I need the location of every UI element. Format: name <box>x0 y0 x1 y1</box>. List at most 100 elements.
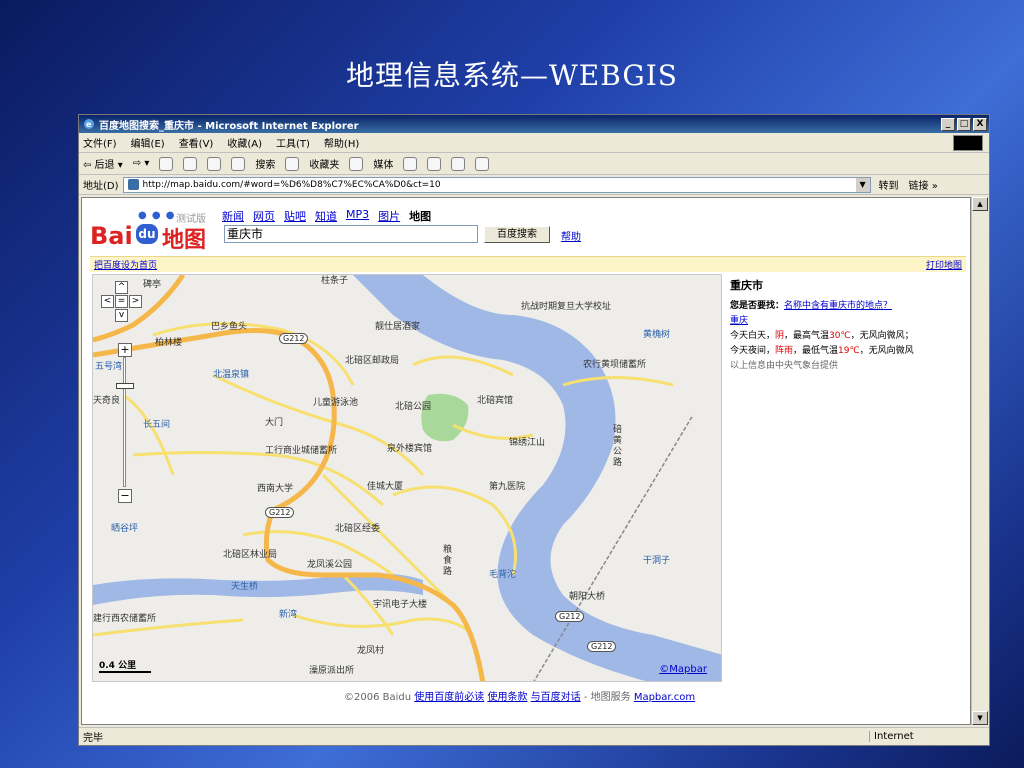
map-label: 柏林楼 <box>155 338 183 348</box>
logo-du: du <box>136 224 158 244</box>
nav-tieba[interactable]: 贴吧 <box>284 208 306 224</box>
map-label: 毛背沱 <box>489 570 517 580</box>
menu-edit[interactable]: 编辑(E) <box>131 135 165 150</box>
weather-temp: 19℃ <box>838 346 860 356</box>
zoom-in-icon[interactable]: + <box>118 343 132 357</box>
pan-down-icon[interactable]: v <box>115 309 128 322</box>
close-button[interactable]: X <box>973 117 987 131</box>
set-home-link[interactable]: 把百度设为首页 <box>94 258 157 271</box>
menu-tools[interactable]: 工具(T) <box>276 135 310 150</box>
scroll-down-icon[interactable]: ▼ <box>972 711 988 725</box>
road-shield: G212 <box>265 507 295 518</box>
map-scale: 0.4 公里 <box>99 658 151 673</box>
chevron-down-icon[interactable]: ▼ <box>855 177 870 192</box>
road-shield: G212 <box>555 611 585 622</box>
map-label: 泉外楼宾馆 <box>387 444 433 454</box>
media-icon[interactable] <box>349 156 364 171</box>
map-label: 巴乡鱼头 <box>211 322 248 332</box>
history-icon[interactable] <box>403 156 418 171</box>
print-map-link[interactable]: 打印地图 <box>926 258 962 271</box>
map-label: 朝阳大桥 <box>569 592 606 602</box>
menu-file[interactable]: 文件(F) <box>83 135 117 150</box>
links-button[interactable]: 链接 » <box>909 177 938 192</box>
print-icon[interactable] <box>451 156 466 171</box>
windows-logo <box>953 135 983 151</box>
go-button[interactable]: 转到 <box>879 177 899 192</box>
refresh-icon[interactable] <box>183 156 198 171</box>
pan-left-icon[interactable]: < <box>101 295 114 308</box>
map-label: 碚黄公路 <box>613 425 623 468</box>
svg-text:e: e <box>86 120 92 129</box>
map-label: 靓仕居酒家 <box>375 322 421 332</box>
media-button[interactable]: 媒体 <box>373 156 393 171</box>
pan-up-icon[interactable]: ^ <box>115 281 128 294</box>
weather-condition: 阴 <box>775 331 785 341</box>
zoom-slider[interactable] <box>116 383 134 389</box>
home-icon[interactable] <box>207 156 222 171</box>
favorites-button[interactable]: 收藏夹 <box>309 156 339 171</box>
mapbar-credit[interactable]: ©Mapbar <box>659 664 707 675</box>
map-label: 粮食路 <box>443 545 453 577</box>
info-panel: 重庆市 您是否要找：名称中含有重庆市的地点？ 重庆 今天白天，阴，最高气温30℃… <box>730 278 960 374</box>
address-bar: 地址(D) http://map.baidu.com/#word=%D6%D8%… <box>79 175 989 195</box>
map-label: 西南大学 <box>257 484 294 494</box>
help-link[interactable]: 帮助 <box>561 228 581 243</box>
footer-link[interactable]: Mapbar.com <box>634 692 695 703</box>
edit-icon[interactable] <box>475 156 490 171</box>
ie-icon: e <box>84 119 94 129</box>
map-label: 龙凤溪公园 <box>307 560 353 570</box>
road-shield: G212 <box>587 641 617 652</box>
zoom-track[interactable] <box>123 357 126 487</box>
scroll-up-icon[interactable]: ▲ <box>972 197 988 211</box>
nav-images[interactable]: 图片 <box>378 208 400 224</box>
baidu-search-button[interactable]: 百度搜索 <box>484 226 550 243</box>
map-label: 北碚区林业局 <box>223 550 278 560</box>
vertical-scrollbar[interactable]: ▲ ▼ <box>971 197 988 725</box>
map-label: 北碚公园 <box>395 402 432 412</box>
nav-news[interactable]: 新闻 <box>222 208 244 224</box>
address-input[interactable]: http://map.baidu.com/#word=%D6%D8%C7%EC%… <box>122 176 871 193</box>
map-label: 北碚宾馆 <box>477 396 514 406</box>
map-label: 新湾 <box>279 610 298 620</box>
footer-link[interactable]: 与百度对话 <box>531 692 581 703</box>
favorites-icon[interactable] <box>285 156 300 171</box>
map-label: 碑亭 <box>143 280 162 290</box>
zoom-control: + − <box>116 343 134 503</box>
search-icon[interactable] <box>231 156 246 171</box>
minimize-button[interactable]: _ <box>941 117 955 131</box>
suggestion-link[interactable]: 名称中含有重庆市的地点？ <box>784 301 892 311</box>
zone-indicator: Internet <box>869 731 989 742</box>
window-title: 百度地图搜索_重庆市 - Microsoft Internet Explorer <box>99 120 359 132</box>
nav-web[interactable]: 网页 <box>253 208 275 224</box>
weather-text: ，最低气温 <box>793 346 839 356</box>
footer-link[interactable]: 使用条款 <box>487 692 527 703</box>
menu-view[interactable]: 查看(V) <box>179 135 214 150</box>
mail-icon[interactable] <box>427 156 442 171</box>
nav-zhidao[interactable]: 知道 <box>315 208 337 224</box>
menu-help[interactable]: 帮助(H) <box>324 135 359 150</box>
search-button[interactable]: 搜索 <box>255 156 275 171</box>
menu-bar: 文件(F) 编辑(E) 查看(V) 收藏(A) 工具(T) 帮助(H) <box>79 133 989 153</box>
pan-right-icon[interactable]: > <box>129 295 142 308</box>
pan-center-icon[interactable]: = <box>115 295 128 308</box>
back-button[interactable]: ⇦ 后退 ▾ <box>83 156 123 171</box>
menu-favorites[interactable]: 收藏(A) <box>227 135 262 150</box>
map-view[interactable]: 碑亭 柱条子 巴乡鱼头 柏林楼 北温泉镇 北碚区邮政局 靓仕居酒家 抗战时期复旦… <box>92 274 722 682</box>
map-label: 抗战时期复旦大学校址 <box>521 302 612 312</box>
maximize-button[interactable]: □ <box>957 117 971 131</box>
map-label: 佳城大厦 <box>367 482 404 492</box>
logo-bai: Bai <box>90 222 133 250</box>
beta-label: 测试版 <box>176 214 206 225</box>
stop-icon[interactable] <box>159 156 174 171</box>
map-canvas[interactable] <box>93 275 722 682</box>
search-input[interactable]: 重庆市 <box>224 225 478 243</box>
suggestion-prompt: 您是否要找： <box>730 301 785 311</box>
page-footer: ©2006 Baidu 使用百度前必读 使用条款 与百度对话 - 地图服务 Ma… <box>344 688 695 703</box>
map-label: 建行西农储蓄所 <box>93 614 157 624</box>
chongqing-link[interactable]: 重庆 <box>730 316 748 326</box>
zoom-out-icon[interactable]: − <box>118 489 132 503</box>
footer-link[interactable]: 使用百度前必读 <box>414 692 484 703</box>
forward-button[interactable]: ⇨ ▾ <box>133 158 150 169</box>
map-label: 工行商业城储蓄所 <box>265 446 338 456</box>
nav-mp3[interactable]: MP3 <box>346 208 369 224</box>
